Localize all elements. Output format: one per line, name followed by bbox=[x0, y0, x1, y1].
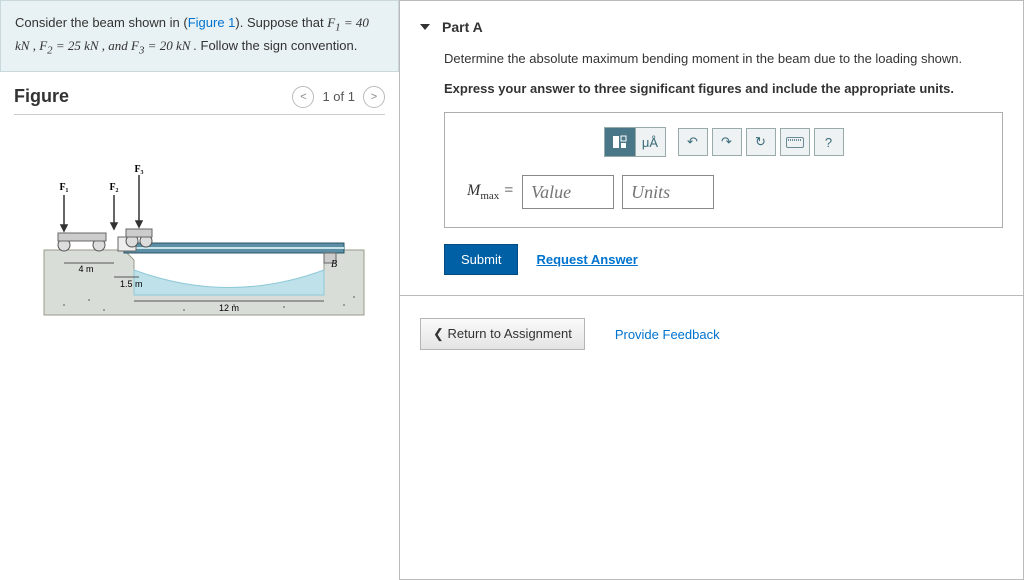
keyboard-icon bbox=[786, 137, 804, 148]
part-title: Part A bbox=[442, 19, 483, 35]
redo-button[interactable]: ↷ bbox=[712, 128, 742, 156]
units-input[interactable] bbox=[622, 175, 714, 209]
svg-text:1.5 m: 1.5 m bbox=[120, 279, 143, 289]
units-tool-button[interactable]: μÅ bbox=[635, 128, 665, 156]
figure-nav-text: 1 of 1 bbox=[322, 89, 355, 104]
svg-text:4 m: 4 m bbox=[78, 264, 93, 274]
return-to-assignment-button[interactable]: ❮ Return to Assignment bbox=[420, 318, 585, 350]
undo-button[interactable]: ↶ bbox=[678, 128, 708, 156]
answer-box: μÅ ↶ ↷ ↻ ? Mmax = bbox=[444, 112, 1003, 228]
problem-prefix: Consider the beam shown in ( bbox=[15, 15, 188, 30]
keyboard-button[interactable] bbox=[780, 128, 810, 156]
figure-header: Figure < 1 of 1 > bbox=[14, 86, 385, 115]
answer-toolbar: μÅ ↶ ↷ ↻ ? bbox=[457, 127, 990, 157]
value-input[interactable] bbox=[522, 175, 614, 209]
svg-text:F₂: F₂ bbox=[109, 182, 118, 193]
provide-feedback-link[interactable]: Provide Feedback bbox=[615, 327, 720, 342]
template-tool-button[interactable] bbox=[605, 128, 635, 156]
svg-text:B: B bbox=[331, 259, 337, 270]
problem-statement: Consider the beam shown in (Figure 1). S… bbox=[0, 0, 399, 72]
figure-prev-button[interactable]: < bbox=[292, 86, 314, 108]
instruction-1: Determine the absolute maximum bending m… bbox=[444, 49, 1003, 69]
figure-diagram: F₁ F₂ F₃ B 4 m 1.5 m 12 m bbox=[34, 155, 374, 335]
svg-text:F₁: F₁ bbox=[59, 182, 68, 193]
collapse-caret-icon bbox=[420, 24, 430, 30]
part-a-header[interactable]: Part A bbox=[400, 1, 1023, 49]
svg-text:12 m: 12 m bbox=[219, 303, 239, 313]
figure-link[interactable]: Figure 1 bbox=[188, 15, 236, 30]
reset-button[interactable]: ↻ bbox=[746, 128, 776, 156]
answer-variable-label: Mmax = bbox=[467, 182, 514, 202]
problem-tail: Follow the sign convention. bbox=[197, 38, 357, 53]
help-button[interactable]: ? bbox=[814, 128, 844, 156]
svg-text:F₃: F₃ bbox=[134, 164, 143, 175]
problem-after-link: ). Suppose that bbox=[235, 15, 327, 30]
submit-button[interactable]: Submit bbox=[444, 244, 518, 275]
figure-next-button[interactable]: > bbox=[363, 86, 385, 108]
figure-title: Figure bbox=[14, 86, 69, 107]
request-answer-link[interactable]: Request Answer bbox=[536, 252, 637, 267]
figure-nav: < 1 of 1 > bbox=[292, 86, 385, 108]
instruction-2: Express your answer to three significant… bbox=[444, 79, 1003, 99]
